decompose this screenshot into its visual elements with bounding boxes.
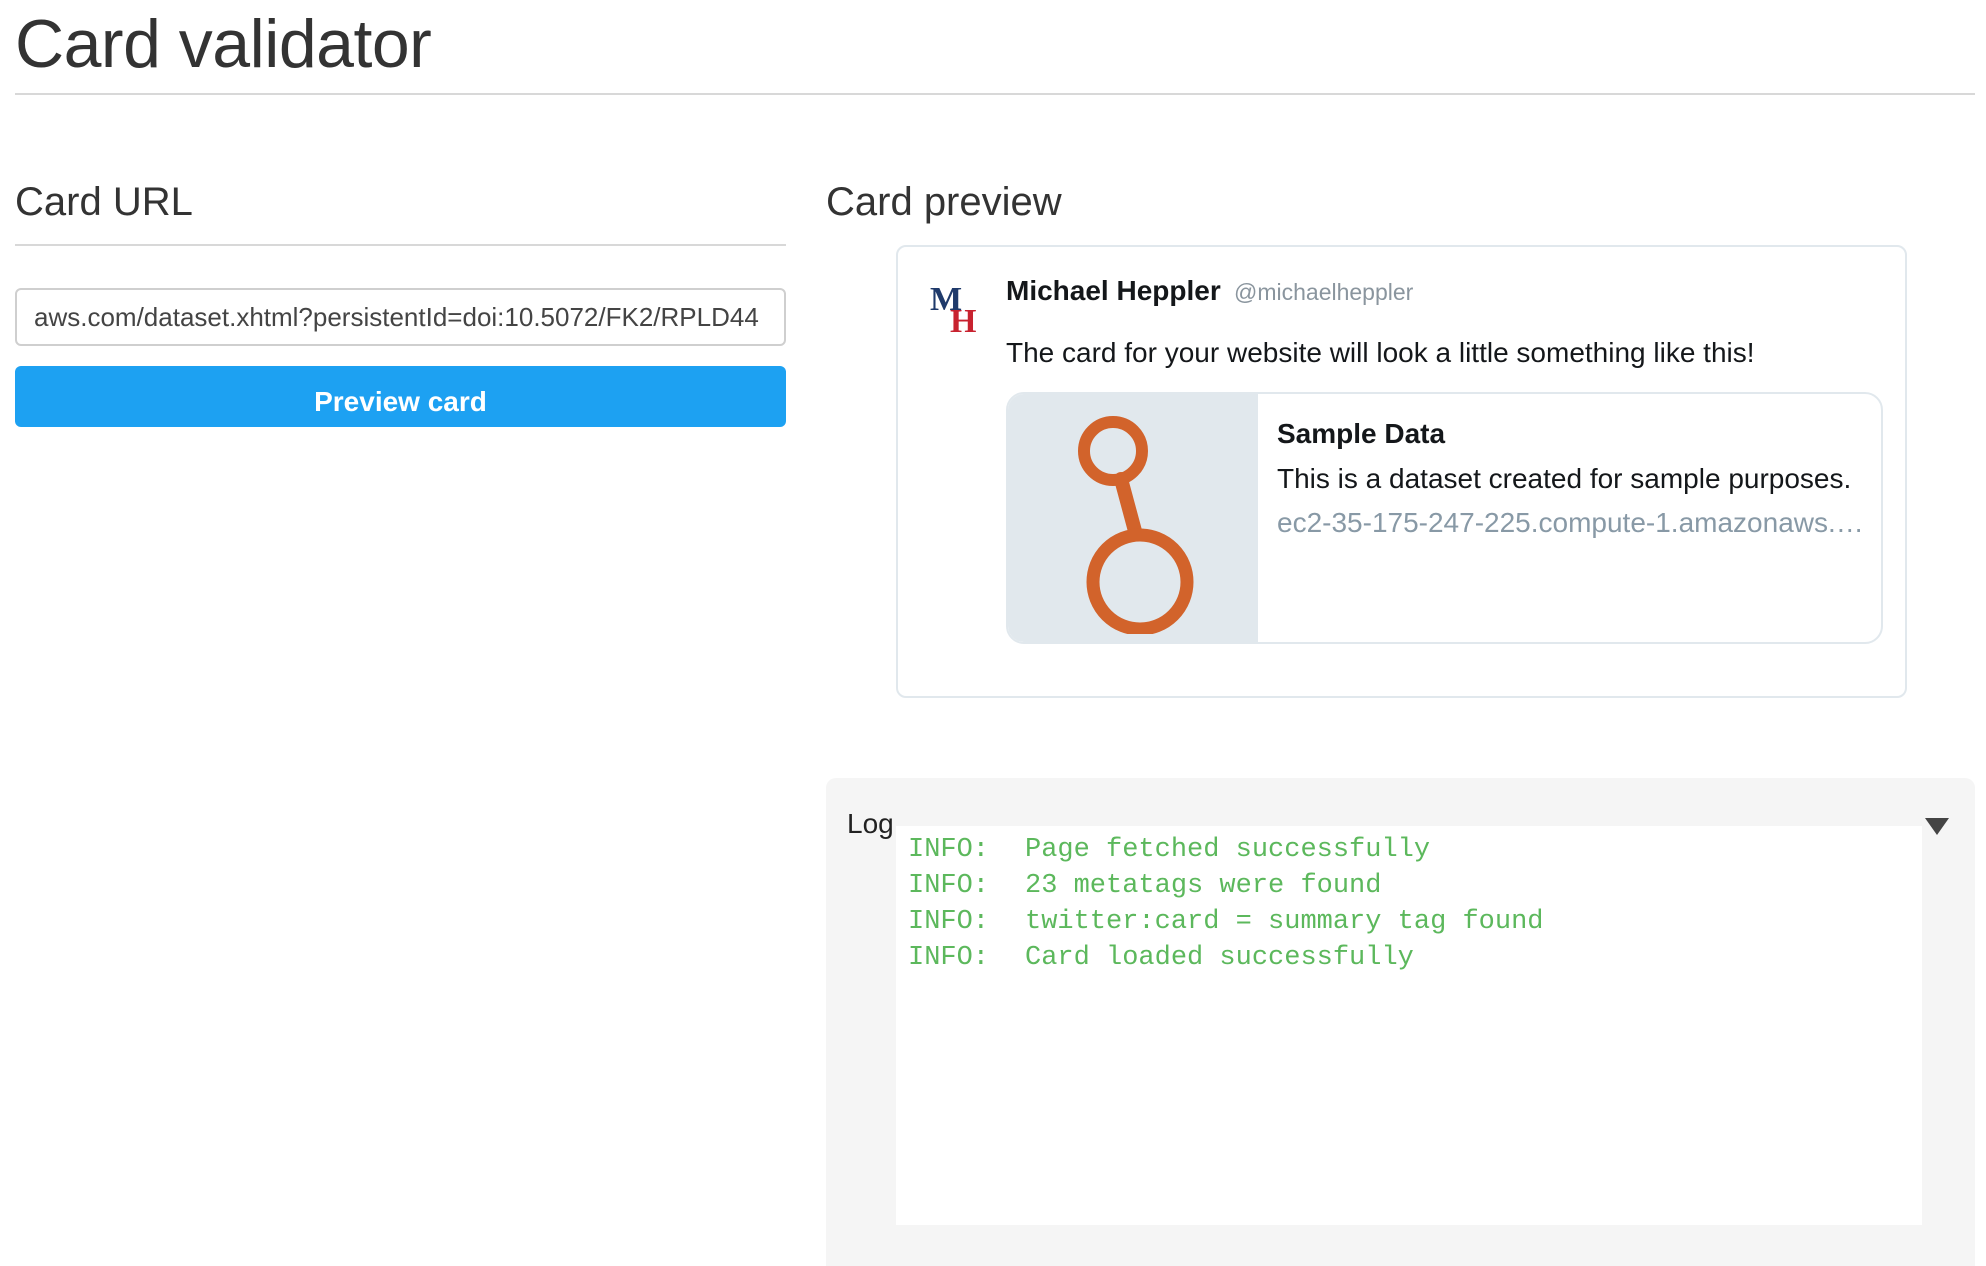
- author-handle: @michaelheppler: [1234, 279, 1414, 305]
- card-url-divider: [15, 244, 786, 246]
- key-ring-icon: [1078, 416, 1194, 634]
- log-message: twitter:card = summary tag found: [1025, 907, 1544, 937]
- log-message: 23 metatags were found: [1025, 871, 1382, 901]
- card-title: Sample Data: [1277, 418, 1446, 449]
- author-name: Michael Heppler: [1006, 275, 1221, 306]
- log-panel: Log INFO: Page fetched successfully INFO:…: [826, 778, 1975, 1266]
- log-output: INFO: Page fetched successfully INFO: 23 m…: [896, 826, 1922, 1225]
- log-level: INFO:: [908, 871, 990, 901]
- page-title: Card validator: [15, 6, 432, 82]
- card-preview-heading: Card preview: [826, 180, 1062, 224]
- card-url-input[interactable]: [15, 288, 786, 346]
- log-message: Card loaded successfully: [1025, 943, 1414, 973]
- log-entry: INFO: twitter:card = summary tag found: [908, 904, 1910, 940]
- triangle-down-icon[interactable]: [1925, 818, 1949, 835]
- log-level: INFO:: [908, 943, 990, 973]
- card-description: This is a dataset created for sample pur…: [1277, 463, 1852, 494]
- log-level: INFO:: [908, 835, 990, 865]
- preview-card-button[interactable]: Preview card: [15, 366, 786, 427]
- summary-card[interactable]: Sample Data This is a dataset created fo…: [1006, 392, 1883, 644]
- tweet-preview: M H Michael Heppler @michaelheppler The …: [896, 245, 1907, 698]
- log-entry: INFO: Card loaded successfully: [908, 940, 1910, 976]
- title-divider: [15, 93, 1975, 95]
- log-level: INFO:: [908, 907, 990, 937]
- card-url-heading: Card URL: [15, 180, 193, 224]
- avatar-logo-icon: M H: [930, 281, 976, 340]
- card-domain: ec2-35-175-247-225.compute-1.amazonaws.c…: [1277, 507, 1865, 538]
- log-label: Log: [847, 808, 894, 839]
- log-entry: INFO: 23 metatags were found: [908, 868, 1910, 904]
- card-thumbnail: [1008, 394, 1258, 642]
- avatar: M H: [928, 280, 984, 340]
- log-message: Page fetched successfully: [1025, 835, 1431, 865]
- svg-text:H: H: [950, 303, 976, 336]
- tweet-text: The card for your website will look a li…: [1006, 337, 1755, 368]
- log-entry: INFO: Page fetched successfully: [908, 832, 1910, 868]
